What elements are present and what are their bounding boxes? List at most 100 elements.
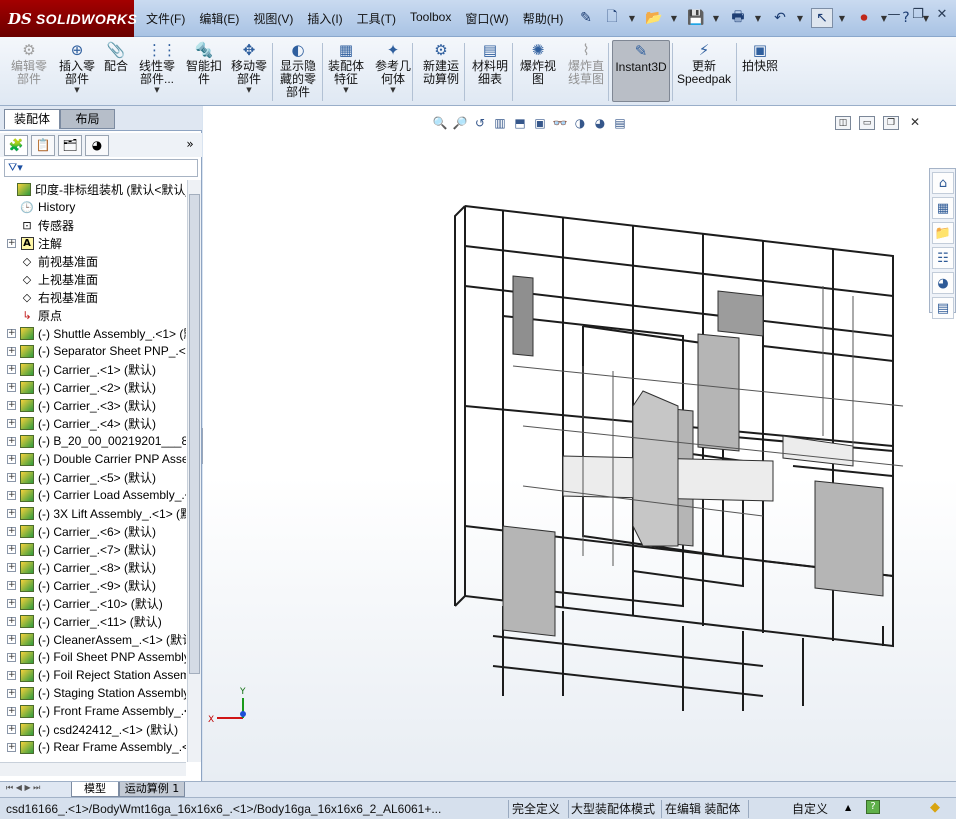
tree-item[interactable]: + A 注解 [0,234,186,252]
tag-icon[interactable]: ◆ [930,800,940,815]
select-dropdown-icon[interactable]: ▼ [837,8,847,28]
tree-item[interactable]: + (-) Carrier_.<11> (默认) [0,612,186,630]
toolbar-button-insert-component[interactable]: ⊕ 插入零 部件 ▼ [56,40,98,102]
tree-item[interactable]: + (-) Carrier_.<4> (默认) [0,414,186,432]
toolbar-button-move-component[interactable]: ✥ 移动零 部件 ▼ [228,40,270,102]
graphics-area[interactable]: 🔍 🔎 ↺ ▥ ⬒ ▣ 👓 ◑ ◕ ▤ ◫ ▭ ❐ ✕ ⌂ ▦ 📁 ☷ ◕ ▤ … [203,106,956,781]
expand-plus-icon[interactable]: + [7,742,16,752]
close-icon[interactable]: ✕ [932,7,952,25]
tree-horizontal-scrollbar[interactable] [0,762,186,776]
tree-item[interactable]: + (-) Foil Reject Station Assemb [0,666,186,684]
expand-plus-icon[interactable]: + [7,724,16,734]
expand-plus-icon[interactable]: + [7,364,16,374]
toolbar-button-reference-geometry[interactable]: ✦ 参考几 何体 ▼ [372,40,414,102]
new-document-icon[interactable]: 🗋 [601,8,623,28]
design-library-icon[interactable]: ▦ [932,197,954,219]
toolbar-button-linear-pattern[interactable]: ⋮⋮ 线性零 部件... ▼ [137,40,177,102]
tree-item[interactable]: + (-) Staging Station Assembly_ [0,684,186,702]
view-palette-icon[interactable]: ☷ [932,247,954,269]
chevron-down-icon[interactable]: ▼ [343,86,348,94]
tab-model[interactable]: 模型 [71,782,119,797]
solidworks-logo[interactable]: DS SOLIDWORKS [0,0,137,37]
tree-item[interactable]: + (-) Shuttle Assembly_.<1> (默 [0,324,186,342]
tree-item[interactable]: + (-) Front Frame Assembly_.<1 [0,702,186,720]
menu-item-4[interactable]: 工具(T) [357,10,396,27]
print-dropdown-icon[interactable]: ▼ [753,8,763,28]
tree-item[interactable]: + (-) Carrier_.<5> (默认) [0,468,186,486]
expand-plus-icon[interactable]: + [7,580,16,590]
tree-item[interactable]: ◇ 前视基准面 [0,252,186,270]
chevron-down-icon[interactable]: ▼ [74,86,79,94]
expand-plus-icon[interactable]: + [7,670,16,680]
tree-item[interactable]: + (-) Double Carrier PNP Assemb [0,450,186,468]
expand-plus-icon[interactable]: + [7,436,16,446]
expand-plus-icon[interactable]: + [7,328,16,338]
save-dropdown-icon[interactable]: ▼ [711,8,721,28]
print-icon[interactable]: 🖶 [727,8,749,28]
tree-filter-input[interactable]: ⛛▾ [4,159,198,177]
chevron-down-icon[interactable]: ▼ [246,86,251,94]
feature-manager-icon[interactable]: 🧩 [4,135,28,156]
appearances-icon[interactable]: ◕ [932,272,954,294]
tree-item[interactable]: + (-) CleanerAssem_.<1> (默认) [0,630,186,648]
tree-item[interactable]: + (-) Carrier_.<6> (默认) [0,522,186,540]
toolbar-button-explode[interactable]: ✺ 爆炸视 图 [516,40,560,102]
expand-plus-icon[interactable]: + [7,688,16,698]
tab-scroll-arrows-icon[interactable]: ⏮ ◀ ▶ ⏭ [6,783,40,793]
select-cursor-icon[interactable]: ↖ [811,8,833,28]
expand-plus-icon[interactable]: + [7,562,16,572]
new-dropdown-icon[interactable]: ▼ [627,8,637,28]
expand-plus-icon[interactable]: + [7,454,16,464]
menu-item-7[interactable]: 帮助(H) [523,10,564,27]
assembly-model-view[interactable] [203,106,956,781]
toolbar-button-snapshot[interactable]: ▣ 拍快照 [740,40,780,102]
tree-item[interactable]: ↳ 原点 [0,306,186,324]
filter-funnel-icon[interactable]: ⛛▾ [8,161,23,175]
expand-plus-icon[interactable]: + [7,472,16,482]
tab-assembly[interactable]: 装配体 [4,109,60,129]
scrollbar-thumb[interactable] [189,194,200,674]
toolbar-button-show-hidden[interactable]: ◐ 显示隐 藏的零 部件 [278,40,318,102]
quick-tips-icon[interactable]: ? [866,800,880,814]
tree-item[interactable]: ◇ 上视基准面 [0,270,186,288]
property-manager-icon[interactable]: 📋 [31,135,55,156]
tree-item[interactable]: ⊡ 传感器 [0,216,186,234]
expand-plus-icon[interactable]: + [7,652,16,662]
expand-plus-icon[interactable]: + [7,346,16,356]
units-selector[interactable]: 自定义 [792,801,834,817]
tree-item[interactable]: + (-) Carrier Load Assembly_.<1 [0,486,186,504]
expand-plus-icon[interactable]: + [7,526,16,536]
tree-item[interactable]: + (-) Foil Sheet PNP Assembly_. [0,648,186,666]
toolbar-button-instant3d[interactable]: ✎ Instant3D [612,40,670,102]
custom-properties-icon[interactable]: ▤ [932,297,954,319]
tree-item[interactable]: + (-) Rear Frame Assembly_.<1 [0,738,186,756]
expand-plus-icon[interactable]: + [7,400,16,410]
undo-icon[interactable]: ↶ [769,8,791,28]
expand-plus-icon[interactable]: + [7,490,16,500]
tree-item[interactable]: + (-) 3X Lift Assembly_.<1> (默 [0,504,186,522]
tab-layout[interactable]: 布局 [60,109,115,129]
toolbar-button-edit-component[interactable]: ⚙ 编辑零 部件 [6,40,52,102]
tree-vertical-scrollbar[interactable] [187,180,201,762]
toolbar-button-smart-fasteners[interactable]: 🔩 智能扣 件 [182,40,226,102]
toolbar-button-explode-line[interactable]: ⌇ 爆炸直 线草图 [564,40,608,102]
expand-plus-icon[interactable]: + [7,706,16,716]
expand-plus-icon[interactable]: + [7,382,16,392]
tree-item[interactable]: ◇ 右视基准面 [0,288,186,306]
tree-item[interactable]: + (-) Carrier_.<10> (默认) [0,594,186,612]
minimize-icon[interactable]: — [884,7,904,25]
units-dropdown-icon[interactable]: ▲ [845,803,851,812]
tree-item[interactable]: + (-) B_20_00_00219201___850 [0,432,186,450]
tree-item[interactable]: + (-) Carrier_.<7> (默认) [0,540,186,558]
open-folder-icon[interactable]: 📂 [643,8,665,28]
menu-item-3[interactable]: 插入(I) [307,10,342,27]
tree-item[interactable]: + (-) Carrier_.<2> (默认) [0,378,186,396]
restore-icon[interactable]: ❐ [908,7,928,25]
toolbar-button-bom[interactable]: ▤ 材料明 细表 [468,40,512,102]
configuration-manager-icon[interactable]: 🗂 [58,135,82,156]
menu-item-1[interactable]: 编辑(E) [199,10,239,27]
expand-plus-icon[interactable]: + [7,418,16,428]
chevron-down-icon[interactable]: ▼ [154,86,159,94]
file-explorer-icon[interactable]: 📁 [932,222,954,244]
expand-plus-icon[interactable]: + [7,508,16,518]
